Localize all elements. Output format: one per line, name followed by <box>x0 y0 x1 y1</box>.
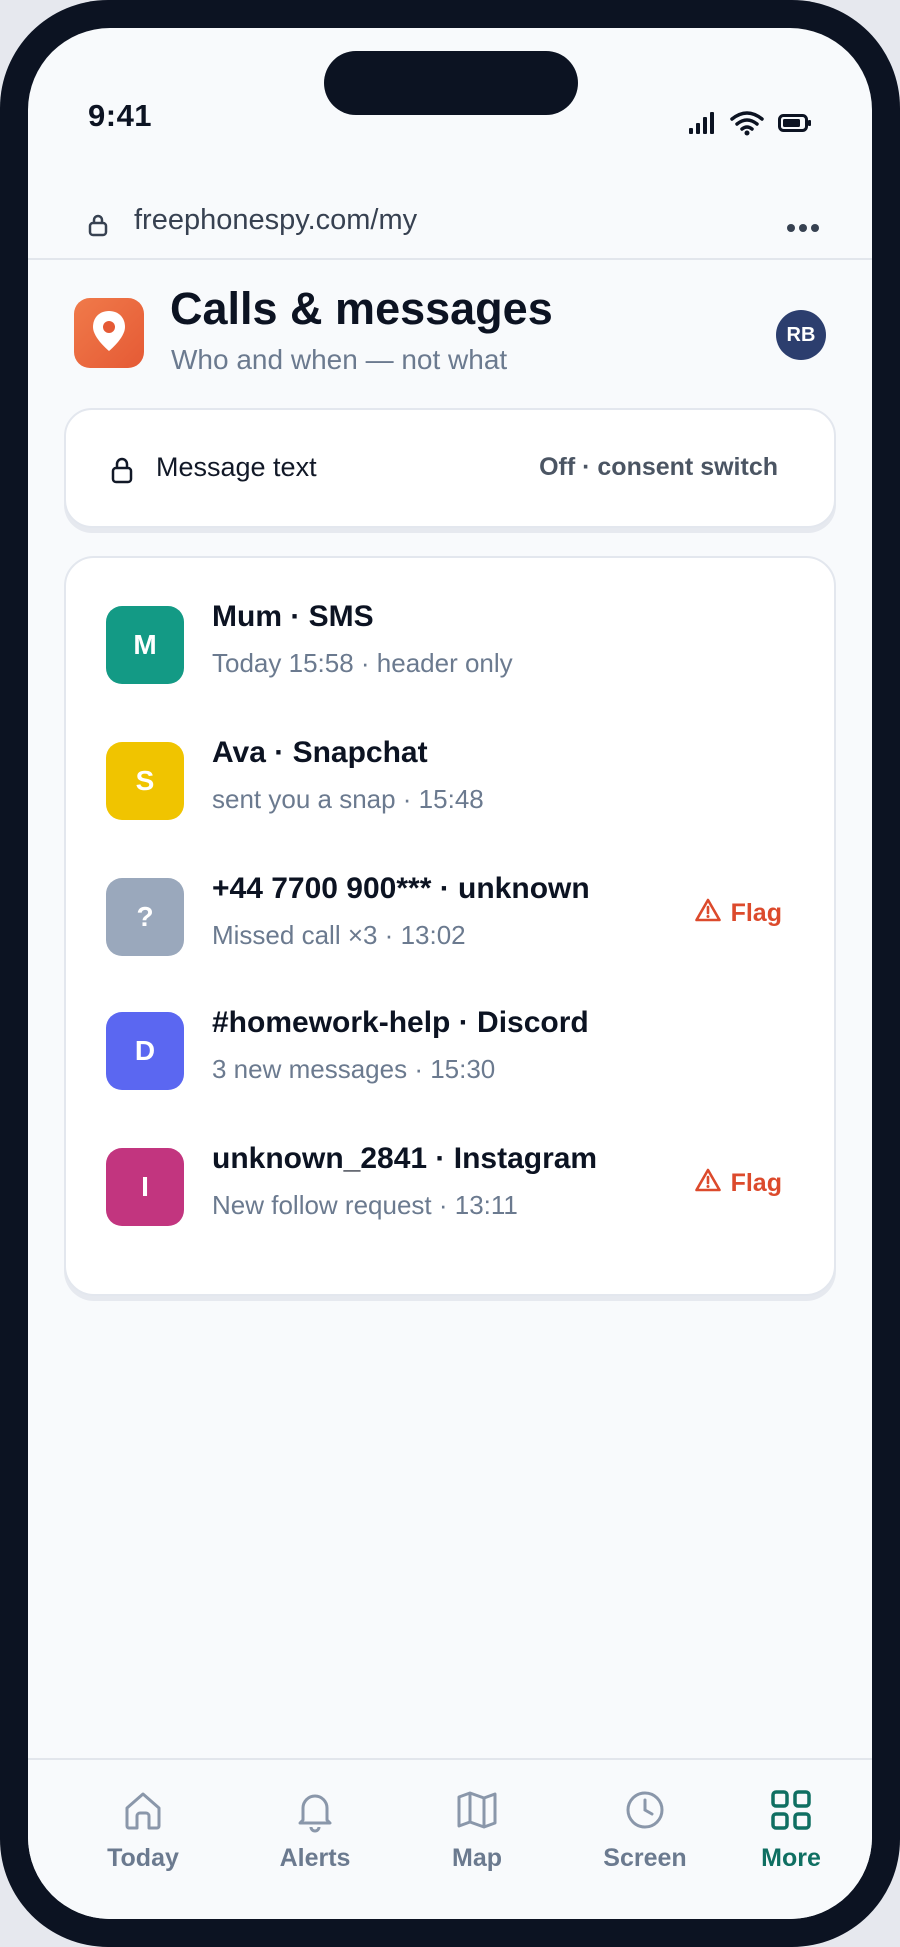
url-text[interactable]: freephonespy.com/my <box>134 204 417 237</box>
tab-alerts[interactable]: Alerts <box>240 1760 390 1880</box>
tab-map[interactable]: Map <box>402 1760 552 1880</box>
item-title: Mum · SMS <box>212 600 374 633</box>
lock-icon <box>88 213 108 242</box>
status-icons <box>688 110 812 136</box>
tab-label: Alerts <box>279 1844 351 1872</box>
flag-button[interactable]: Flag <box>694 898 782 929</box>
flag-button[interactable]: Flag <box>694 1168 782 1199</box>
message-text-consent-row[interactable]: Message text Off · consent switch <box>64 408 836 528</box>
wifi-icon <box>730 110 764 136</box>
contact-avatar: D <box>106 1012 184 1090</box>
map-icon <box>453 1786 501 1834</box>
list-item[interactable]: ? +44 7700 900*** · unknown Missed call ×3… <box>66 856 838 976</box>
user-avatar[interactable]: RB <box>776 310 826 360</box>
list-item[interactable]: S Ava · Snapchat sent you a snap · 15:48 <box>66 720 838 840</box>
page-subtitle: Who and when — not what <box>171 344 508 375</box>
item-title: +44 7700 900*** · unknown <box>212 872 590 905</box>
item-title: #homework-help · Discord <box>212 1006 589 1039</box>
flag-label: Flag <box>730 1169 782 1197</box>
activity-list: M Mum · SMS Today 15:58 · header only S Ava … <box>64 556 836 1296</box>
tab-today[interactable]: Today <box>68 1760 218 1880</box>
item-subtitle: Missed call ×3 · 13:02 <box>212 920 466 950</box>
flag-label: Flag <box>730 899 782 927</box>
signal-icon <box>688 111 716 135</box>
item-subtitle: Today 15:58 · header only <box>212 648 513 678</box>
item-subtitle: New follow request · 13:11 <box>212 1190 518 1220</box>
item-title: Ava · Snapchat <box>212 736 428 769</box>
item-title: unknown_2841 · Instagram <box>212 1142 598 1175</box>
bell-icon <box>291 1786 339 1834</box>
list-item[interactable]: D #homework-help · Discord 3 new messages … <box>66 990 838 1110</box>
status-time: 9:41 <box>88 98 153 133</box>
battery-icon <box>778 113 812 133</box>
consent-label: Message text <box>156 452 317 482</box>
list-item[interactable]: M Mum · SMS Today 15:58 · header only <box>66 584 838 704</box>
screen: 9:41 freephonespy.com/my Calls & message… <box>28 28 872 1919</box>
tab-bar: Today Alerts Map Screen More <box>28 1758 872 1919</box>
app-logo <box>74 298 144 368</box>
lock-icon <box>110 456 134 489</box>
contact-avatar: M <box>106 606 184 684</box>
phone-frame: 9:41 freephonespy.com/my Calls & message… <box>0 0 900 1947</box>
dynamic-island <box>324 51 578 115</box>
warning-icon <box>694 898 721 929</box>
contact-avatar: I <box>106 1148 184 1226</box>
contact-avatar: ? <box>106 878 184 956</box>
address-bar[interactable]: freephonespy.com/my <box>28 178 872 260</box>
warning-icon <box>694 1168 721 1199</box>
tab-screen[interactable]: Screen <box>570 1760 720 1880</box>
location-pin-icon <box>90 309 128 358</box>
grid-icon <box>767 1786 815 1834</box>
page-title: Calls & messages <box>170 283 553 334</box>
tab-more[interactable]: More <box>716 1760 866 1880</box>
clock-icon <box>621 1786 669 1834</box>
home-icon <box>119 1786 167 1834</box>
more-options-icon[interactable] <box>786 220 820 238</box>
item-subtitle: 3 new messages · 15:30 <box>212 1054 496 1084</box>
tab-label: Screen <box>603 1844 687 1872</box>
list-item[interactable]: Iunknown_2841 · Instagram New follow requ… <box>66 1126 838 1246</box>
item-subtitle: sent you a snap · 15:48 <box>212 784 484 814</box>
tab-label: More <box>761 1844 821 1872</box>
contact-avatar: S <box>106 742 184 820</box>
tab-label: Today <box>107 1844 179 1872</box>
consent-state[interactable]: Off · consent switch <box>539 453 778 482</box>
tab-label: Map <box>452 1844 502 1872</box>
